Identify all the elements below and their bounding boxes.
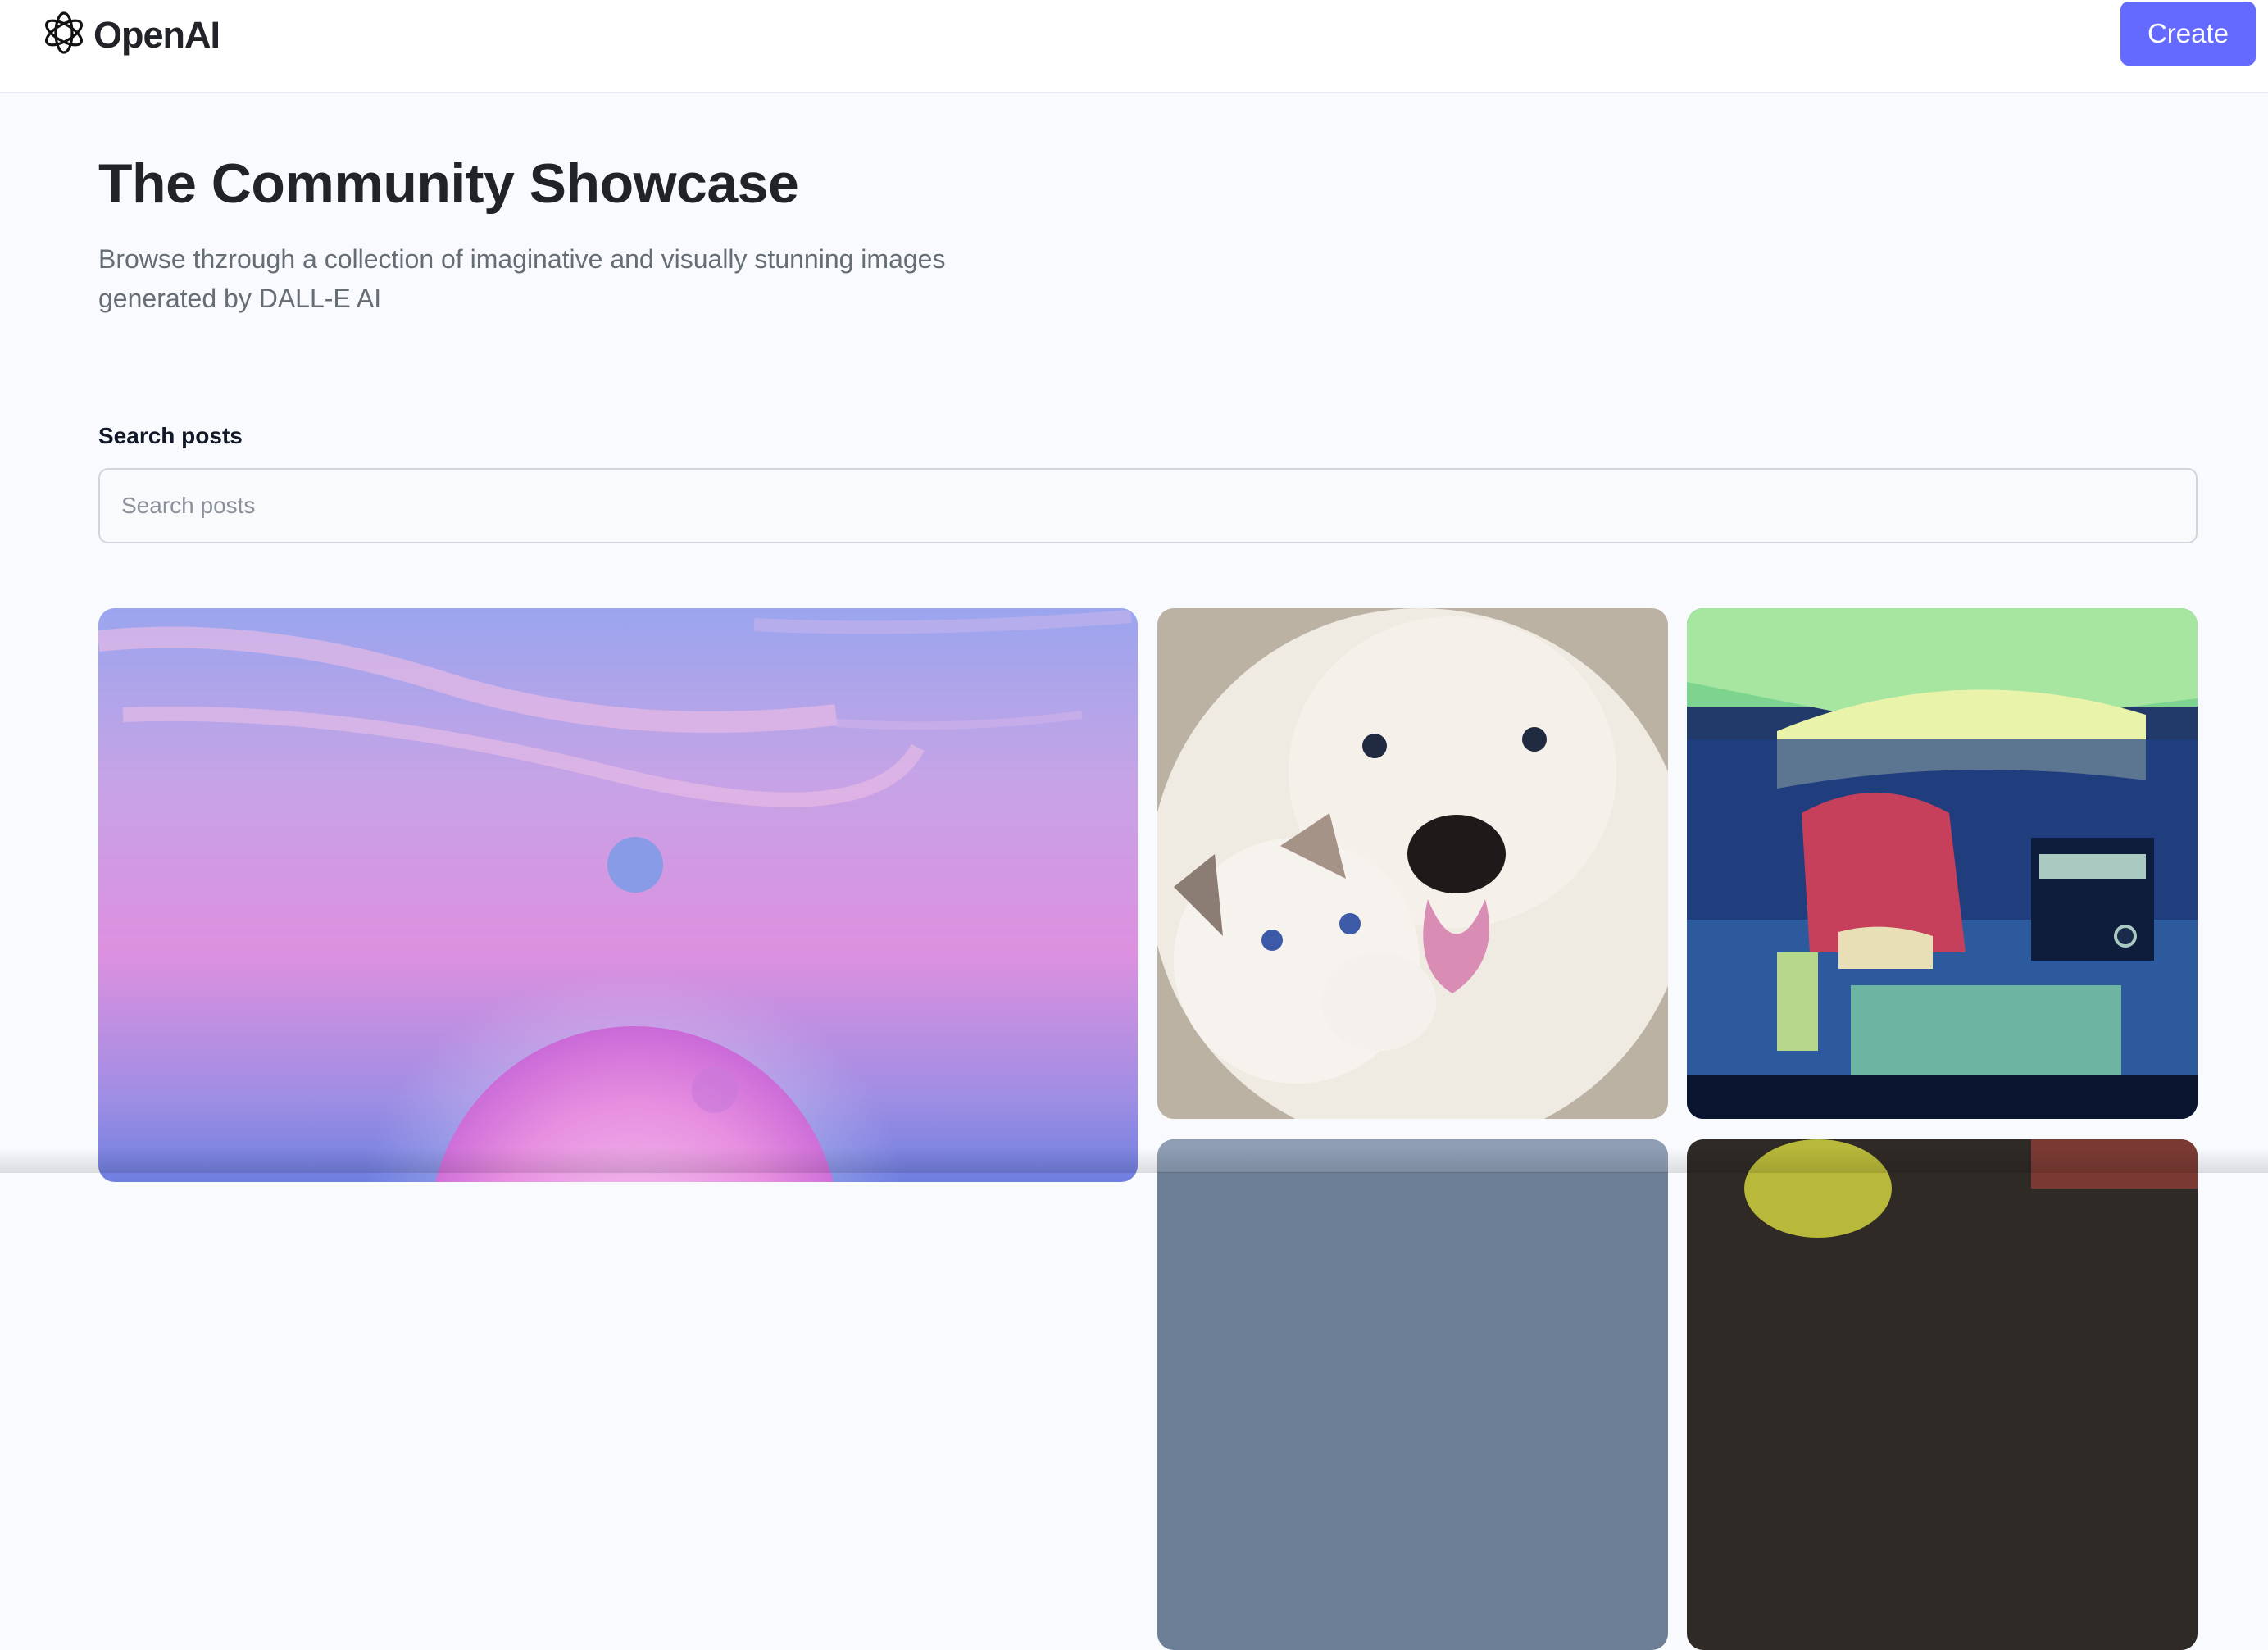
gallery-image bbox=[1687, 1139, 2198, 1650]
create-button[interactable]: Create bbox=[2120, 2, 2256, 66]
search-input[interactable] bbox=[98, 468, 2198, 543]
gallery-card[interactable] bbox=[1157, 608, 1668, 1119]
top-header: OpenAI Create bbox=[0, 0, 2268, 93]
gallery-image bbox=[1157, 608, 1668, 1119]
search-label: Search posts bbox=[98, 423, 243, 448]
openai-logo-icon bbox=[39, 8, 89, 61]
gallery-card[interactable] bbox=[1687, 1139, 2198, 1650]
openai-logo[interactable]: OpenAI bbox=[39, 8, 220, 61]
gallery-card[interactable] bbox=[1687, 608, 2198, 1119]
page-title: The Community Showcase bbox=[98, 152, 799, 215]
gallery-image bbox=[98, 608, 1138, 1182]
gallery-image bbox=[1157, 1139, 1668, 1650]
brand-name: OpenAI bbox=[93, 13, 220, 56]
gallery-card[interactable] bbox=[1157, 1139, 1668, 1650]
gallery-image bbox=[1687, 608, 2198, 1119]
page-subtitle: Browse thzrough a collection of imaginat… bbox=[98, 244, 946, 313]
gallery-card[interactable] bbox=[98, 608, 1138, 1182]
